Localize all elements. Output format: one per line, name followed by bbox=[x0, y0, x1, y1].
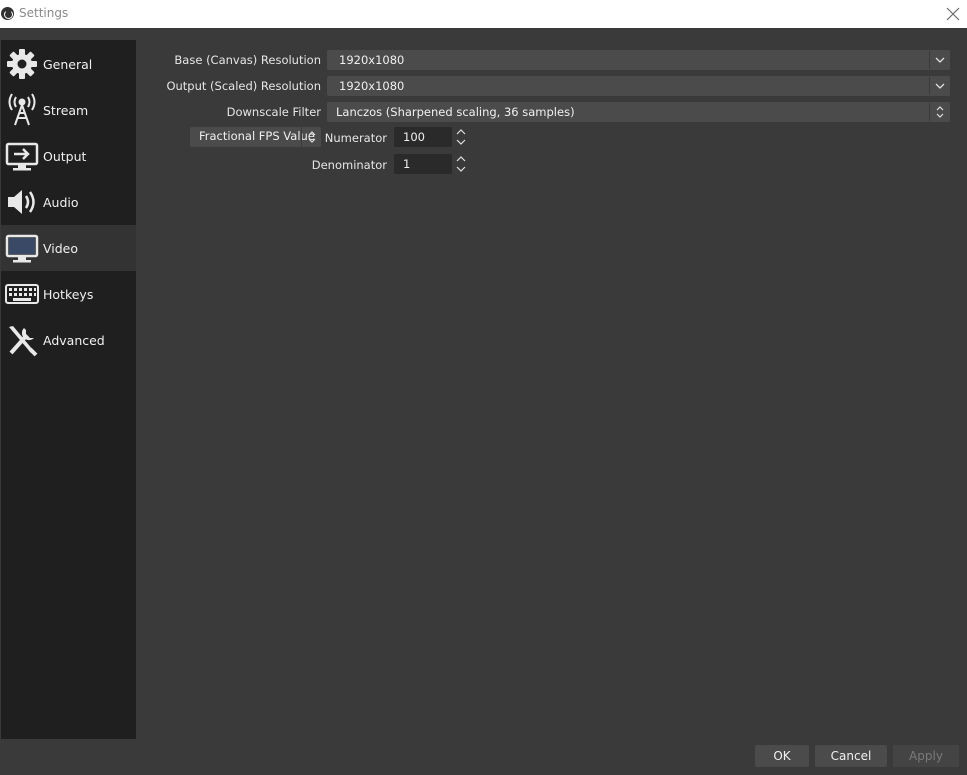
chevron-down-icon[interactable] bbox=[929, 51, 949, 69]
sidebar-item-hotkeys[interactable]: Hotkeys bbox=[1, 271, 136, 317]
output-resolution-label: Output (Scaled) Resolution bbox=[166, 79, 321, 93]
sidebar-item-general[interactable]: General bbox=[1, 41, 136, 87]
chevron-down-icon[interactable] bbox=[452, 137, 470, 147]
up-down-arrows-icon[interactable] bbox=[929, 103, 949, 121]
settings-sidebar: General Stream Output Audio Video Hotkey… bbox=[1, 40, 136, 739]
numerator-spinbox[interactable]: 100 bbox=[394, 127, 470, 147]
sidebar-item-label: General bbox=[43, 56, 93, 72]
chevron-down-icon[interactable] bbox=[452, 164, 470, 174]
sidebar-item-audio[interactable]: Audio bbox=[1, 179, 136, 225]
downscale-filter-combo[interactable]: Lanczos (Sharpened scaling, 36 samples) bbox=[327, 102, 950, 122]
sidebar-item-label: Output bbox=[43, 148, 87, 164]
antenna-icon bbox=[1, 87, 43, 133]
output-icon bbox=[1, 133, 43, 179]
downscale-filter-value: Lanczos (Sharpened scaling, 36 samples) bbox=[336, 105, 575, 119]
numerator-spin-buttons bbox=[452, 127, 470, 147]
denominator-spinbox[interactable]: 1 bbox=[394, 154, 470, 174]
up-down-arrows-icon[interactable] bbox=[301, 127, 321, 147]
sidebar-item-label: Advanced bbox=[43, 332, 105, 348]
denominator-spin-buttons bbox=[452, 154, 470, 174]
gear-icon bbox=[1, 41, 43, 87]
obs-logo-icon bbox=[1, 7, 14, 20]
sidebar-item-stream[interactable]: Stream bbox=[1, 87, 136, 133]
output-resolution-value: 1920x1080 bbox=[339, 79, 405, 93]
output-resolution-combo[interactable]: 1920x1080 bbox=[327, 76, 950, 96]
denominator-input[interactable]: 1 bbox=[394, 154, 452, 174]
base-resolution-combo[interactable]: 1920x1080 bbox=[327, 50, 950, 70]
fps-type-value: Fractional FPS Value bbox=[199, 129, 315, 143]
close-icon[interactable] bbox=[943, 4, 963, 24]
tools-icon bbox=[1, 317, 43, 363]
monitor-icon bbox=[1, 225, 43, 271]
sidebar-item-label: Stream bbox=[43, 102, 89, 118]
cancel-button[interactable]: Cancel bbox=[815, 745, 887, 767]
speaker-icon bbox=[1, 179, 43, 225]
base-resolution-value: 1920x1080 bbox=[339, 53, 405, 67]
downscale-filter-label: Downscale Filter bbox=[226, 105, 321, 119]
numerator-label: Numerator bbox=[324, 131, 387, 145]
window-title: Settings bbox=[19, 6, 69, 20]
sidebar-item-video[interactable]: Video bbox=[1, 225, 136, 271]
apply-button[interactable]: Apply bbox=[893, 745, 959, 767]
chevron-up-icon[interactable] bbox=[452, 127, 470, 137]
denominator-label: Denominator bbox=[311, 158, 387, 172]
chevron-down-icon[interactable] bbox=[929, 77, 949, 95]
keyboard-icon bbox=[1, 271, 43, 317]
title-bar: Settings bbox=[0, 0, 967, 28]
sidebar-item-advanced[interactable]: Advanced bbox=[1, 317, 136, 363]
sidebar-item-output[interactable]: Output bbox=[1, 133, 136, 179]
fps-type-combo[interactable]: Fractional FPS Value bbox=[190, 127, 321, 147]
sidebar-item-label: Hotkeys bbox=[43, 286, 94, 302]
ok-button[interactable]: OK bbox=[755, 745, 809, 767]
sidebar-item-label: Video bbox=[43, 240, 79, 256]
numerator-input[interactable]: 100 bbox=[394, 127, 452, 147]
sidebar-item-label: Audio bbox=[43, 194, 79, 210]
base-resolution-label: Base (Canvas) Resolution bbox=[174, 53, 321, 67]
chevron-up-icon[interactable] bbox=[452, 154, 470, 164]
